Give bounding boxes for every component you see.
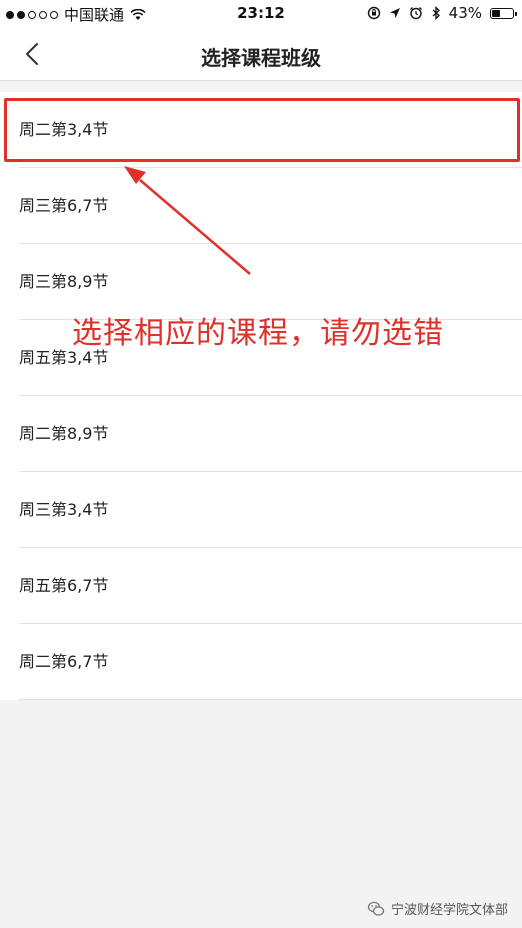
battery-fill [492, 9, 500, 17]
page-title: 选择课程班级 [201, 46, 321, 70]
course-label: 周二第8,9节 [19, 424, 109, 443]
battery-icon [490, 7, 517, 19]
course-item[interactable]: 周三第3,4节 [0, 472, 522, 548]
battery-percent: 43% [448, 4, 482, 22]
course-label: 周二第6,7节 [19, 652, 109, 671]
annotation-text: 选择相应的课程，请勿选错 [72, 316, 444, 351]
course-item[interactable]: 周三第6,7节 [0, 168, 522, 244]
orientation-lock-icon [367, 6, 380, 20]
course-item[interactable]: 周五第6,7节 [0, 548, 522, 624]
course-item[interactable]: 周二第6,7节 [0, 624, 522, 700]
divider [19, 699, 522, 700]
nav-bar: 选择课程班级 [0, 28, 522, 81]
status-bar: 中国联通 23:12 43% [0, 0, 522, 28]
course-label: 周三第3,4节 [19, 500, 109, 519]
location-icon [389, 8, 400, 18]
course-item[interactable]: 周二第8,9节 [0, 396, 522, 472]
watermark: 宁波财经学院文体部 [367, 899, 508, 918]
watermark-text: 宁波财经学院文体部 [390, 903, 508, 918]
status-right: 43% [367, 4, 517, 22]
wechat-logo-icon [367, 901, 385, 916]
highlight-box [4, 98, 520, 162]
course-label: 周三第6,7节 [19, 196, 109, 215]
course-label: 周五第6,7节 [19, 576, 109, 595]
course-label: 周三第8,9节 [19, 272, 109, 291]
course-list: 周二第3,4节 周三第6,7节 周三第8,9节 周五第3,4节 周二第8,9节 … [0, 92, 522, 700]
bluetooth-icon [432, 6, 440, 20]
alarm-icon [409, 7, 422, 20]
